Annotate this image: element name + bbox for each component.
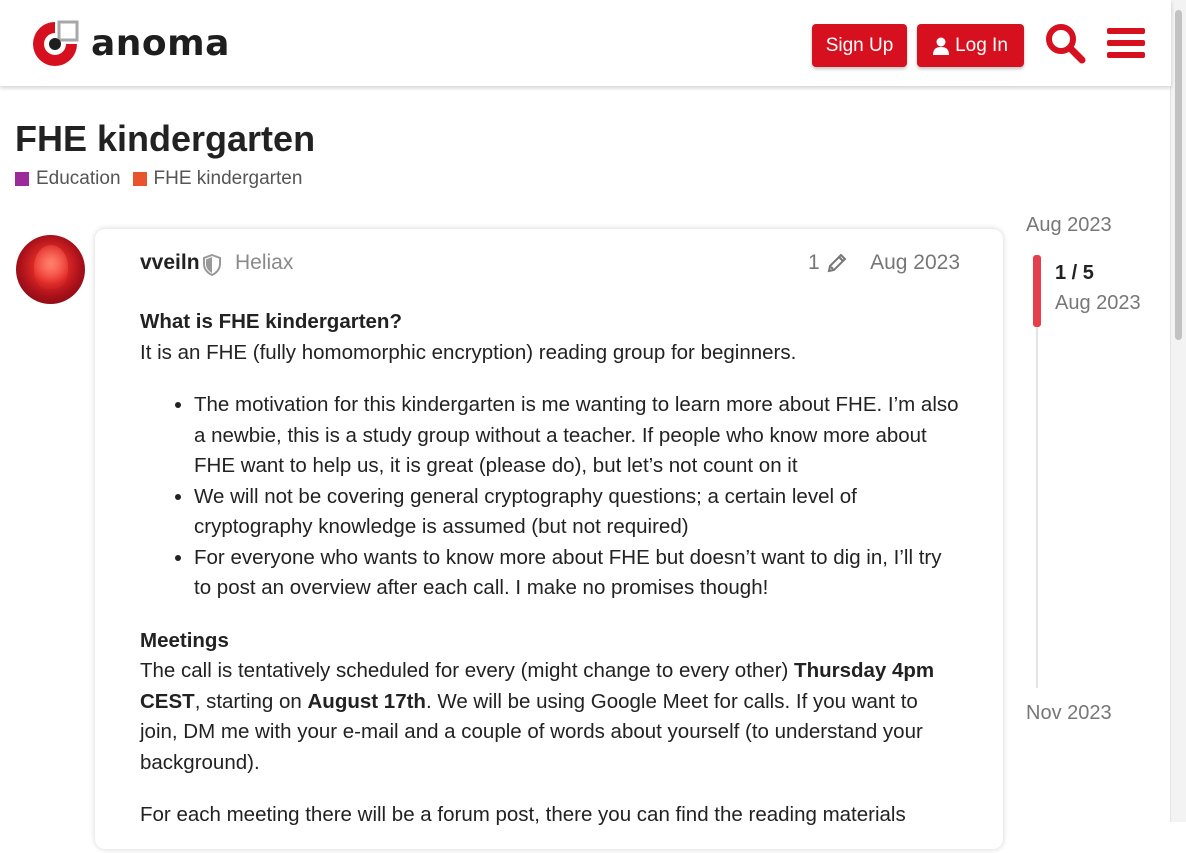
section-heading: What is FHE kindergarten? bbox=[140, 310, 402, 333]
list-item: For everyone who wants to know more abou… bbox=[194, 543, 960, 604]
post-paragraph: For each meeting there will be a forum p… bbox=[140, 803, 906, 826]
user-icon bbox=[933, 37, 950, 55]
category-education[interactable]: Education bbox=[15, 168, 121, 190]
category-fhe-kindergarten[interactable]: FHE kindergarten bbox=[132, 168, 303, 190]
section-heading: Meetings bbox=[140, 628, 229, 652]
list-item: We will not be covering general cryptogr… bbox=[194, 482, 960, 543]
user-group[interactable]: Heliax bbox=[235, 251, 293, 275]
timeline-position-date: Aug 2023 bbox=[1055, 292, 1141, 314]
pencil-icon bbox=[827, 253, 847, 273]
hamburger-menu-icon[interactable] bbox=[1105, 22, 1147, 64]
meeting-start-date: August 17th bbox=[307, 689, 426, 713]
post-paragraph: Meetings The call is tentatively schedul… bbox=[140, 626, 960, 779]
post-username[interactable]: vveiln bbox=[140, 251, 200, 275]
timeline-handle[interactable] bbox=[1033, 255, 1041, 327]
log-in-label: Log In bbox=[955, 34, 1008, 56]
edit-history-button[interactable]: 1 bbox=[808, 251, 848, 275]
page-scrollbar[interactable] bbox=[1170, 0, 1186, 822]
post-paragraph: What is FHE kindergarten? It is an FHE (… bbox=[140, 307, 960, 368]
category-label: Education bbox=[36, 168, 121, 189]
post-date[interactable]: Aug 2023 bbox=[870, 251, 960, 275]
category-label: FHE kindergarten bbox=[153, 168, 303, 189]
logo-text: anoma bbox=[91, 23, 230, 64]
site-header: anoma Sign Up Log In bbox=[0, 0, 1171, 86]
post-card: vveiln Heliax 1 Aug 2023 What is FHE kin… bbox=[95, 229, 1003, 849]
scrollbar-thumb[interactable] bbox=[1175, 10, 1182, 340]
meeting-text: The call is tentatively scheduled for ev… bbox=[140, 659, 795, 682]
timeline-start-date[interactable]: Aug 2023 bbox=[1026, 214, 1112, 237]
intro-text: It is an FHE (fully homomorphic encrypti… bbox=[140, 340, 797, 364]
anoma-logo-icon bbox=[33, 20, 79, 66]
category-color-swatch bbox=[132, 172, 147, 186]
post-content: What is FHE kindergarten? It is an FHE (… bbox=[140, 307, 960, 853]
list-item: The motivation for this kindergarten is … bbox=[194, 390, 960, 482]
timeline-position: 1 / 5 bbox=[1055, 262, 1094, 284]
meeting-text: , starting on bbox=[194, 689, 308, 713]
post-meta: vveiln Heliax 1 Aug 2023 bbox=[140, 251, 960, 281]
bullet-list: The motivation for this kindergarten is … bbox=[140, 390, 960, 604]
sign-up-label: Sign Up bbox=[825, 34, 894, 56]
category-color-swatch bbox=[15, 172, 29, 186]
sign-up-button[interactable]: Sign Up bbox=[812, 24, 907, 67]
shield-icon bbox=[203, 254, 221, 276]
topic-categories: Education FHE kindergarten bbox=[15, 168, 314, 190]
avatar[interactable] bbox=[16, 235, 85, 304]
log-in-button[interactable]: Log In bbox=[917, 24, 1024, 67]
timeline-end-date[interactable]: Nov 2023 bbox=[1026, 702, 1112, 725]
edit-count: 1 bbox=[808, 251, 820, 274]
search-icon[interactable] bbox=[1044, 22, 1086, 64]
topic-title[interactable]: FHE kindergarten bbox=[15, 118, 315, 160]
site-logo[interactable]: anoma bbox=[29, 18, 230, 70]
